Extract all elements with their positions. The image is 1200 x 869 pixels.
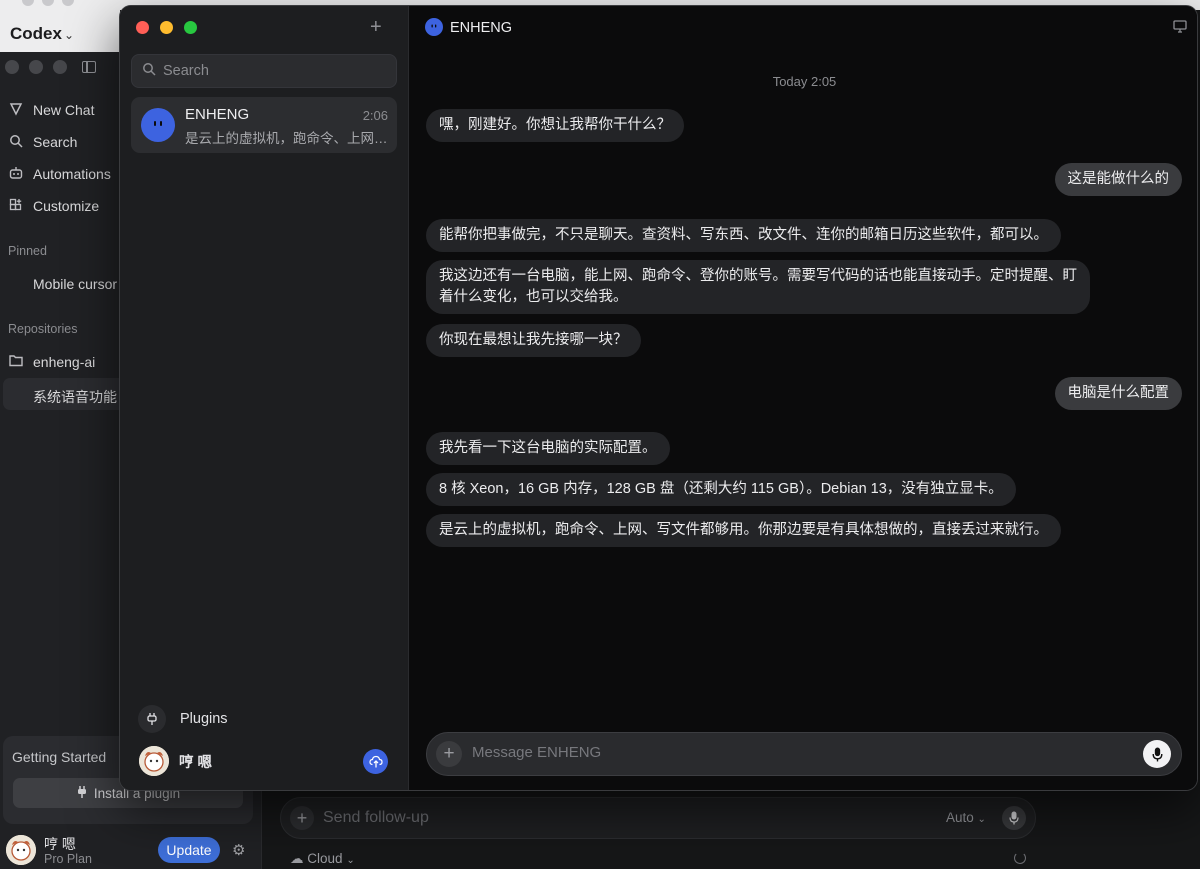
search-input[interactable] <box>163 63 383 79</box>
cloud-selector[interactable]: ☁ Cloud ⌄ <box>290 851 355 867</box>
chat-main: ENHENG Today 2:05 嘿，刚建好。你想让我帮你干什么？ 这是能做什… <box>410 6 1197 790</box>
chat-title: ENHENG <box>450 20 513 36</box>
folder-icon <box>8 354 24 370</box>
getting-started-title: Getting Started <box>12 749 107 765</box>
nav-automations-label: Automations <box>33 166 111 182</box>
repo-label: enheng-ai <box>33 354 96 370</box>
gear-icon[interactable]: ⚙ <box>232 841 245 859</box>
assistant-message: 是云上的虚拟机，跑命令、上网、写文件都够用。你那边要是有具体想做的，直接丢过来就… <box>426 514 1061 547</box>
window-zoom-button[interactable] <box>53 60 67 74</box>
pinned-item-mobile-cursor[interactable]: Mobile cursor <box>33 276 117 292</box>
conversation-time: 2:06 <box>362 108 388 123</box>
new-chat-icon <box>8 102 24 119</box>
window-minimize-button[interactable] <box>29 60 43 74</box>
repo-thread-label: 系统语音功能 <box>33 389 117 405</box>
repositories-section-label: Repositories <box>8 322 78 336</box>
nav-new-chat-label: New Chat <box>33 102 95 118</box>
monitor-icon[interactable] <box>1173 20 1187 38</box>
assistant-message: 嘿，刚建好。你想让我帮你干什么？ <box>426 109 684 142</box>
mode-selector-label: Auto <box>946 810 974 825</box>
user-plan: Pro Plan <box>44 852 92 866</box>
plugins-button[interactable]: Plugins <box>138 705 228 733</box>
nav-new-chat[interactable]: New Chat <box>8 98 94 122</box>
message-input[interactable] <box>472 744 1112 761</box>
user-message: 这是能做什么的 <box>1054 163 1182 196</box>
assistant-message: 我这边还有一台电脑，能上网、跑命令、登你的账号。需要写代码的话也能直接动手。定时… <box>426 260 1090 314</box>
cloud-label: Cloud <box>307 851 343 866</box>
cloud-icon: ☁ <box>290 851 304 866</box>
background-window-dot <box>62 0 74 6</box>
nav-customize-label: Customize <box>33 198 100 214</box>
assistant-message: 你现在最想让我先接哪一块？ <box>426 324 641 357</box>
sidebar-toggle-icon[interactable] <box>82 61 96 73</box>
header-avatar <box>425 18 443 36</box>
user-profile[interactable]: 哼 嗯 <box>139 746 212 776</box>
new-conversation-plus-icon[interactable]: + <box>370 16 382 39</box>
conversation-preview: 是云上的虚拟机，跑命令、上网、写文件都够用。你那边要是有具体想做的，直接丢过来就… <box>185 131 391 146</box>
window-zoom-button[interactable] <box>184 21 197 34</box>
plug-icon <box>138 705 166 733</box>
chat-window: + ENHENG 2:06 是云上的虚拟机，跑命令、上网、写文件都够用。你那边要… <box>119 5 1198 791</box>
assistant-message: 8 核 Xeon，16 GB 内存，128 GB 盘（还剩大约 115 GB）。… <box>426 473 1016 506</box>
avatar[interactable] <box>6 835 36 865</box>
plus-icon[interactable]: + <box>290 806 314 830</box>
app-title: Codex <box>10 24 62 43</box>
chevron-down-icon: ⌄ <box>346 855 355 866</box>
avatar <box>139 746 169 776</box>
avatar <box>141 108 175 142</box>
background-window-dot <box>42 0 54 6</box>
plug-icon <box>76 785 88 802</box>
microphone-icon[interactable] <box>1002 806 1026 830</box>
assistant-message: 能帮你把事做完，不只是聊天。查资料、写东西、改文件、连你的邮箱日历这些软件，都可… <box>426 219 1061 252</box>
user-name: 哼 嗯 <box>179 754 213 771</box>
grid-plus-icon <box>8 198 24 215</box>
mode-selector[interactable]: Auto ⌄ <box>946 810 986 825</box>
robot-icon <box>8 166 24 183</box>
user-name: 哼 嗯 <box>44 836 76 852</box>
nav-search-label: Search <box>33 134 78 150</box>
pinned-section-label: Pinned <box>8 244 47 258</box>
window-close-button[interactable] <box>5 60 19 74</box>
microphone-icon[interactable] <box>1143 740 1171 768</box>
background-window-dot <box>22 0 34 6</box>
assistant-message: 我先看一下这台电脑的实际配置。 <box>426 432 670 465</box>
conversation-list-item[interactable]: ENHENG 2:06 是云上的虚拟机，跑命令、上网、写文件都够用。你那边要是有… <box>131 97 397 153</box>
nav-customize[interactable]: Customize <box>8 194 99 218</box>
user-message: 电脑是什么配置 <box>1054 377 1182 410</box>
update-button[interactable]: Update <box>158 837 220 863</box>
nav-search[interactable]: Search <box>8 130 77 154</box>
loading-spinner-icon <box>1014 852 1026 864</box>
window-close-button[interactable] <box>136 21 149 34</box>
window-minimize-button[interactable] <box>160 21 173 34</box>
chat-sidebar: + ENHENG 2:06 是云上的虚拟机，跑命令、上网、写文件都够用。你那边要… <box>120 6 409 790</box>
date-separator: Today 2:05 <box>772 74 837 89</box>
search-icon <box>8 134 24 151</box>
chevron-down-icon: ⌄ <box>63 28 75 42</box>
chevron-down-icon: ⌄ <box>977 814 986 825</box>
conversation-name: ENHENG <box>185 106 250 123</box>
search-box[interactable] <box>131 54 397 88</box>
upload-icon[interactable] <box>363 749 388 774</box>
follow-up-placeholder[interactable]: Send follow-up <box>323 809 429 827</box>
plus-icon[interactable]: + <box>436 741 462 767</box>
repo-enheng-ai[interactable]: enheng-ai <box>8 350 95 374</box>
nav-automations[interactable]: Automations <box>8 162 111 186</box>
search-icon <box>142 62 156 81</box>
plugins-label: Plugins <box>180 711 228 727</box>
app-title-menu[interactable]: Codex ⌄ <box>10 24 74 44</box>
message-composer: + <box>426 732 1182 776</box>
